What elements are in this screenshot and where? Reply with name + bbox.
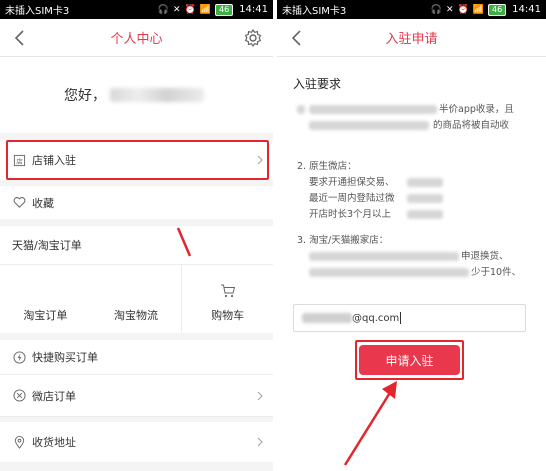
menu-item-shipping-address[interactable]: 收货地址 <box>0 422 273 462</box>
menu-item-label: 快捷购买订单 <box>32 351 98 364</box>
menu-item-weidian-orders[interactable]: 微店订单 <box>0 375 273 417</box>
nav-bar: 入驻申请 <box>277 19 546 57</box>
taobao-logistics-label: 淘宝物流 <box>114 309 158 322</box>
clock-text: 14:41 <box>239 4 268 15</box>
text-cursor <box>400 312 402 324</box>
requirement-3-text-1: 申退换货、 <box>461 251 509 262</box>
settle-application-screen: 未插入SIM卡3 🎧 ✕ ⏰ 📶 46 14:41 入驻申请 入驻要求 半价ap… <box>277 0 546 471</box>
personal-center-screen: 未插入SIM卡3 🎧 ✕ ⏰ 📶 46 14:41 个人中心 您好， 店 店铺入… <box>0 0 273 471</box>
requirement-3-heading: 3. 淘宝/天猫搬家店： <box>297 235 389 246</box>
heart-icon <box>12 196 26 210</box>
masked-email-prefix <box>302 313 352 323</box>
requirements-title: 入驻要求 <box>293 77 342 91</box>
requirement-2-line-1: 要求开通担保交易、 <box>309 177 395 188</box>
email-suffix: @qq.com <box>352 312 400 324</box>
requirement-1-text-2: 的商品将被自动收 <box>433 120 510 131</box>
carrier-text: 未插入SIM卡3 <box>282 6 347 17</box>
taobao-orders-label: 淘宝订单 <box>23 309 68 322</box>
greeting-area: 您好， <box>0 57 273 133</box>
back-arrow-icon[interactable] <box>10 28 30 48</box>
battery-icon: 46 <box>214 3 234 16</box>
menu-item-quick-buy-orders[interactable]: 快捷购买订单 <box>0 340 273 375</box>
status-bar: 未插入SIM卡3 🎧 ✕ ⏰ 📶 46 14:41 <box>0 0 273 19</box>
requirement-2-heading: 2. 原生微店： <box>297 161 357 172</box>
highlight-box-shop-settle <box>6 140 269 180</box>
menu-item-label: 微店订单 <box>32 389 76 403</box>
headphone-icon: 🎧 <box>157 4 169 15</box>
menu-item-label: 收藏 <box>32 196 54 210</box>
menu-item-favorites[interactable]: 收藏 <box>0 186 273 219</box>
cart-label: 购物车 <box>211 309 245 322</box>
greeting-text: 您好， <box>64 88 106 104</box>
section-header-tmall-orders: 天猫/淘宝订单 <box>0 226 273 265</box>
requirement-2-line-2: 最近一周内登陆过微 <box>309 193 395 204</box>
blurred-text <box>407 178 443 187</box>
gear-icon[interactable] <box>243 28 263 48</box>
battery-icon: 46 <box>487 3 507 16</box>
nav-bar: 个人中心 <box>0 19 273 57</box>
order-shortcuts: 淘宝订单 淘宝物流 购物车 <box>0 265 273 333</box>
carrier-text: 未插入SIM卡3 <box>5 6 70 17</box>
taobao-logistics-button[interactable]: 淘宝物流 <box>91 265 182 333</box>
clock-text: 14:41 <box>512 4 541 15</box>
menu-item-label: 收货地址 <box>32 436 76 449</box>
weidian-icon <box>12 389 26 403</box>
chevron-right-icon <box>257 437 263 447</box>
page-title: 个人中心 <box>110 32 163 47</box>
mute-icon: ✕ <box>446 4 454 15</box>
cart-icon <box>220 284 235 298</box>
wifi-icon: 📶 <box>472 4 484 15</box>
mute-icon: ✕ <box>173 4 181 15</box>
wifi-icon: 📶 <box>199 4 211 15</box>
annotation-arrow-icon <box>343 381 397 466</box>
back-arrow-icon[interactable] <box>287 28 307 48</box>
blurred-text <box>407 194 443 203</box>
masked-phone-number <box>110 88 204 102</box>
requirement-2-line-3: 开店时长3个月以上 <box>309 209 392 220</box>
chevron-right-icon <box>257 391 263 400</box>
email-input[interactable]: @qq.com <box>293 304 526 332</box>
highlight-box-apply-button <box>355 340 464 380</box>
cart-button[interactable]: 购物车 <box>181 265 273 333</box>
alarm-icon: ⏰ <box>184 4 196 15</box>
alarm-icon: ⏰ <box>457 4 469 15</box>
taobao-orders-button[interactable]: 淘宝订单 <box>0 265 91 333</box>
requirement-1-text: 半价app收录，且 <box>439 104 514 115</box>
blurred-text <box>297 105 305 114</box>
page-title: 入驻申请 <box>385 32 438 47</box>
headphone-icon: 🎧 <box>430 4 442 15</box>
blurred-text <box>309 252 459 261</box>
blurred-text <box>309 268 469 277</box>
blurred-text <box>407 210 443 219</box>
blurred-text <box>309 121 429 130</box>
status-bar: 未插入SIM卡3 🎧 ✕ ⏰ 📶 46 14:41 <box>277 0 546 19</box>
blurred-text <box>309 105 437 114</box>
location-pin-icon <box>12 435 26 449</box>
section-label: 天猫/淘宝订单 <box>12 239 82 252</box>
application-content: 入驻要求 半价app收录，且 的商品将被自动收 2. 原生微店： 要求开通担保交… <box>277 57 546 471</box>
lightning-icon <box>12 350 26 364</box>
requirement-3-text-2: 少于10件、 <box>471 267 522 278</box>
